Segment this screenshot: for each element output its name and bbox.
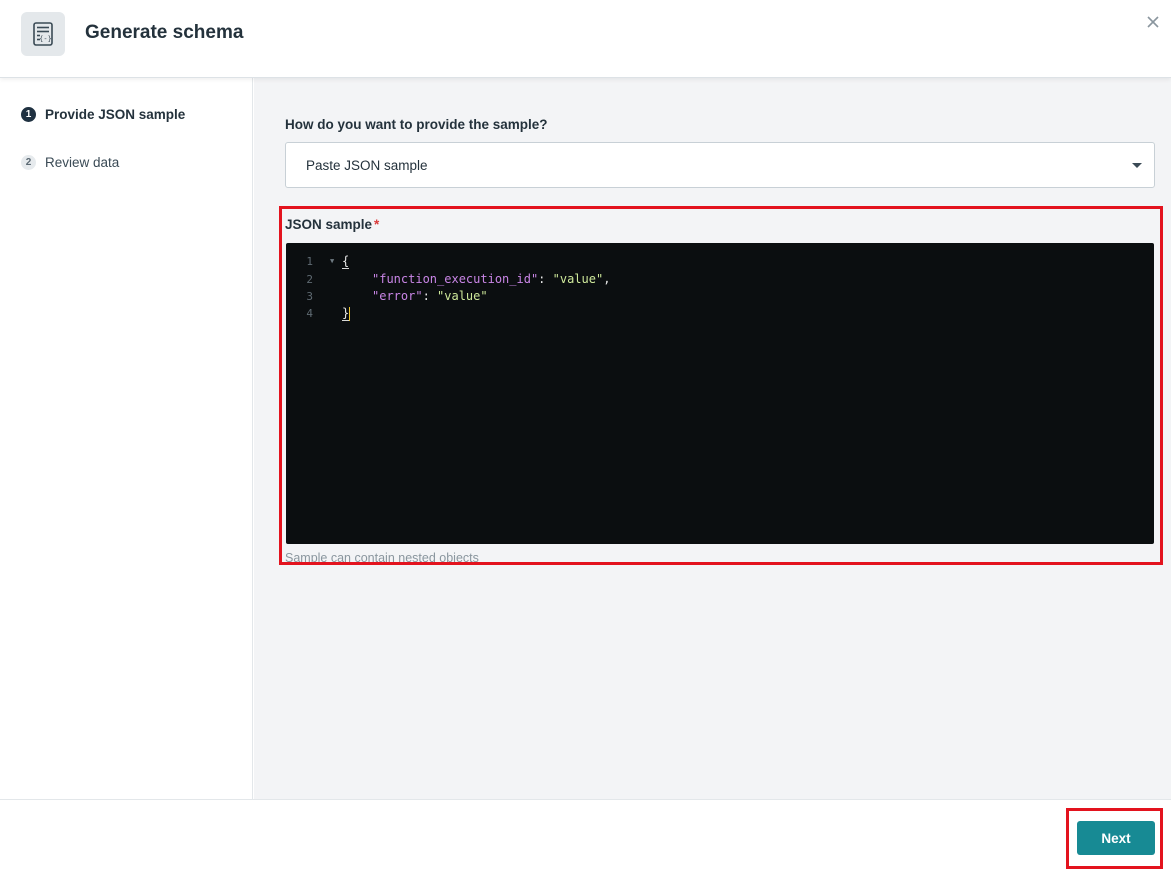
svg-text:{-}: {-}: [39, 35, 52, 43]
line-number: 2: [306, 273, 313, 286]
step-review-data[interactable]: 2 Review data: [21, 155, 119, 170]
dialog-header: {-} Generate schema: [0, 0, 1171, 78]
json-separator: :: [422, 289, 438, 303]
sample-method-select[interactable]: Paste JSON sample: [285, 142, 1155, 188]
json-key: "function_execution_id": [372, 272, 539, 286]
code-line: 2 "function_execution_id": "value",: [286, 271, 1154, 288]
caret-down-icon: [1132, 163, 1142, 168]
step-number: 1: [21, 107, 36, 122]
sample-method-label: How do you want to provide the sample?: [285, 117, 548, 132]
json-sample-editor[interactable]: 1 ▼ { 2 "function_execution_id": "value"…: [286, 243, 1154, 544]
fold-arrow-icon[interactable]: ▼: [330, 253, 334, 270]
select-value: Paste JSON sample: [306, 157, 428, 173]
dialog-footer: Next: [0, 799, 1171, 872]
line-number: 3: [306, 290, 313, 303]
json-sample-label-text: JSON sample: [285, 217, 373, 232]
dialog-title: Generate schema: [85, 22, 244, 43]
json-value: "value": [437, 289, 488, 303]
close-icon: [1147, 16, 1159, 28]
code-line: 4 }: [286, 305, 1154, 322]
json-sample-label: JSON sample *: [285, 217, 379, 232]
line-number: 1: [306, 255, 313, 268]
json-key: "error": [372, 289, 423, 303]
step-label: Review data: [45, 155, 120, 170]
step-label: Provide JSON sample: [45, 107, 186, 122]
close-button[interactable]: [1141, 10, 1165, 34]
line-number: 4: [306, 307, 313, 320]
code-line: 3 "error": "value": [286, 288, 1154, 305]
code-text: {: [342, 253, 350, 270]
next-button[interactable]: Next: [1077, 821, 1155, 855]
json-separator: :: [538, 272, 553, 286]
open-brace: {: [342, 254, 350, 269]
json-sample-hint: Sample can contain nested objects: [285, 551, 479, 563]
code-text: "error": "value": [372, 288, 488, 305]
step-number: 2: [21, 155, 36, 170]
required-marker: *: [374, 217, 380, 232]
code-text: "function_execution_id": "value",: [372, 271, 610, 288]
json-value: "value": [552, 272, 604, 286]
text-cursor: [349, 306, 351, 321]
close-brace: }: [342, 306, 350, 321]
code-text: }: [342, 305, 351, 322]
main-content: How do you want to provide the sample? P…: [254, 78, 1171, 799]
schema-document-icon: {-}: [21, 12, 65, 56]
json-comma: ,: [603, 272, 611, 286]
steps-sidebar: 1 Provide JSON sample 2 Review data: [0, 78, 253, 799]
code-line: 1 ▼ {: [286, 253, 1154, 270]
step-provide-json-sample[interactable]: 1 Provide JSON sample: [21, 107, 185, 122]
